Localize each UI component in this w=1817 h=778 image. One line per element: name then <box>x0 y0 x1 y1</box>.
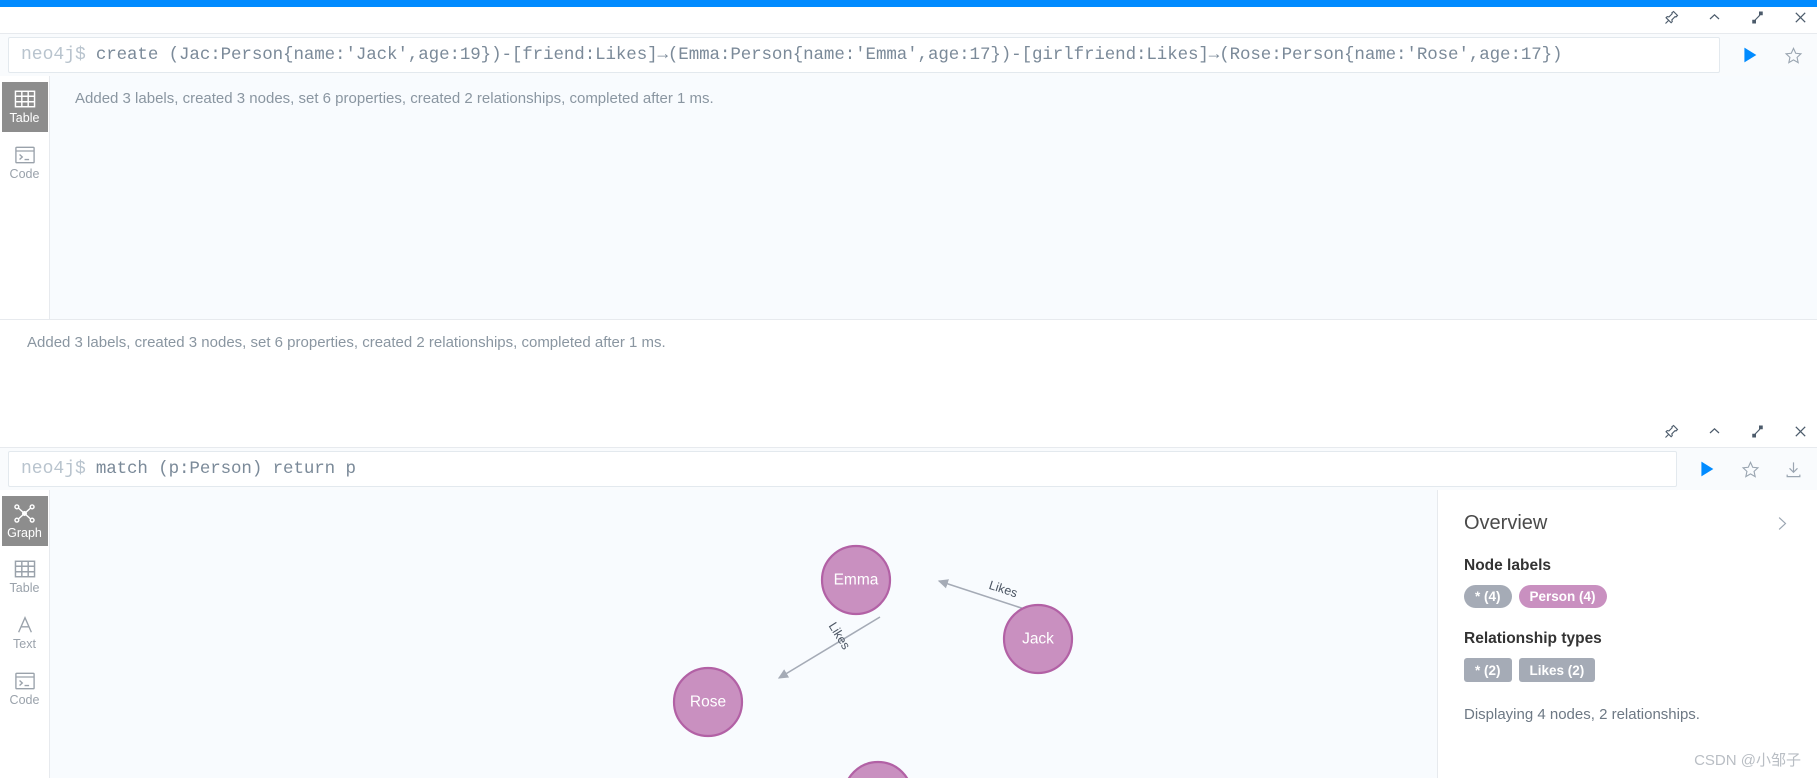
frame-1-view-code[interactable]: Code <box>2 138 48 188</box>
collapse-icon[interactable] <box>1706 9 1723 26</box>
overview-summary-text: Displaying 4 nodes, 2 relationships. <box>1464 706 1700 723</box>
frame-2-view-graph[interactable]: Graph <box>1 496 48 546</box>
frame-1-query-input[interactable]: neo4j$ create (Jac:Person{name:'Jack',ag… <box>8 37 1720 73</box>
overview-header: Overview <box>1464 512 1791 535</box>
frame-1-view-table[interactable]: Table <box>1 82 48 132</box>
frame-1-view-code-label: Code <box>9 167 40 181</box>
frame-1-prompt: neo4j$ <box>21 45 86 65</box>
graph-visualization[interactable]: Likes Likes Emma Jack Rose <box>50 490 1437 778</box>
graph-canvas[interactable]: Likes Likes Emma Jack Rose Overview Node… <box>50 490 1817 778</box>
query-frame-2: neo4j$ match (p:Person) return p Graph T… <box>0 421 1817 778</box>
frame-2-view-table[interactable]: Table <box>2 552 48 602</box>
run-query-button[interactable] <box>1738 44 1760 66</box>
relationship-type-chip-likes[interactable]: Likes (2) <box>1518 658 1596 682</box>
frame-1-view-rail: Table Code <box>0 76 50 319</box>
frame-2-view-graph-label: Graph <box>7 525 42 540</box>
frame-2-editor-actions <box>1677 458 1809 480</box>
graph-icon <box>13 503 36 524</box>
frame-2-view-text[interactable]: Text <box>2 608 48 658</box>
close-icon[interactable] <box>1792 423 1809 440</box>
graph-node-rose[interactable]: Rose <box>672 666 744 738</box>
table-icon <box>14 559 36 579</box>
frame-2-titlebar <box>0 421 1817 448</box>
overview-title: Overview <box>1464 512 1548 534</box>
frame-2-view-code[interactable]: Code <box>2 664 48 714</box>
graph-node-bob[interactable]: Bob <box>844 760 912 778</box>
frame-2-body: Graph Table Text Code Likes Likes Emma J… <box>0 490 1817 778</box>
frame-1-editor-actions <box>1720 44 1809 66</box>
frame-2-view-rail: Graph Table Text Code <box>0 490 50 778</box>
frame-1-content: Added 3 labels, created 3 nodes, set 6 p… <box>50 76 1817 319</box>
frame-1-window-controls <box>1663 9 1809 26</box>
code-icon <box>14 671 36 691</box>
frame-2-editor-row: neo4j$ match (p:Person) return p <box>0 448 1817 490</box>
frame-1-body: Table Code Added 3 labels, created 3 nod… <box>0 76 1817 319</box>
favorite-star-icon[interactable] <box>1784 46 1803 65</box>
node-labels-heading: Node labels <box>1464 557 1551 574</box>
expand-icon[interactable] <box>1749 423 1766 440</box>
frame-2-prompt: neo4j$ <box>21 459 86 479</box>
frame-1-view-table-label: Table <box>9 111 40 125</box>
graph-node-jack[interactable]: Jack <box>1002 603 1074 675</box>
frame-1-status-text: Added 3 labels, created 3 nodes, set 6 p… <box>27 333 666 351</box>
frame-1-titlebar <box>0 7 1817 34</box>
run-query-button[interactable] <box>1695 458 1717 480</box>
frame-1-result-text: Added 3 labels, created 3 nodes, set 6 p… <box>75 90 714 107</box>
graph-overview-panel: Overview Node labels * (4) Person (4) Re… <box>1437 490 1817 778</box>
chevron-right-icon[interactable] <box>1772 514 1791 533</box>
frame-2-content: Likes Likes Emma Jack Rose Overview Node… <box>50 490 1817 778</box>
download-icon[interactable] <box>1784 460 1803 479</box>
text-icon <box>14 615 36 635</box>
close-icon[interactable] <box>1792 9 1809 26</box>
frame-divider <box>0 407 1817 421</box>
pin-icon[interactable] <box>1663 423 1680 440</box>
query-frame-1: neo4j$ create (Jac:Person{name:'Jack',ag… <box>0 7 1817 364</box>
node-labels-chip-row: * (4) Person (4) <box>1464 585 1791 608</box>
frame-2-query-text: match (p:Person) return p <box>95 459 356 479</box>
relationship-label: Likes <box>987 578 1019 600</box>
frame-2-view-code-label: Code <box>9 693 40 707</box>
frame-2-query-input[interactable]: neo4j$ match (p:Person) return p <box>8 451 1677 487</box>
frame-1-query-text: create (Jac:Person{name:'Jack',age:19})-… <box>95 45 1563 65</box>
relationship-types-heading: Relationship types <box>1464 630 1602 647</box>
frame-2-window-controls <box>1663 423 1809 440</box>
relationship-emma-rose[interactable]: Likes <box>777 616 881 679</box>
frame-1-editor-row: neo4j$ create (Jac:Person{name:'Jack',ag… <box>0 34 1817 76</box>
top-accent-bar <box>0 0 1817 7</box>
frame-2-view-text-label: Text <box>13 637 36 651</box>
frame-1-status-bar: Added 3 labels, created 3 nodes, set 6 p… <box>0 319 1817 364</box>
collapse-icon[interactable] <box>1706 423 1723 440</box>
node-label-chip-person[interactable]: Person (4) <box>1518 585 1607 608</box>
expand-icon[interactable] <box>1749 9 1766 26</box>
graph-node-emma[interactable]: Emma <box>820 544 892 616</box>
frame-2-view-table-label: Table <box>9 581 40 595</box>
pin-icon[interactable] <box>1663 9 1680 26</box>
relationship-types-chip-row: * (2) Likes (2) <box>1464 658 1791 682</box>
node-label-chip-all[interactable]: * (4) <box>1464 585 1512 608</box>
favorite-star-icon[interactable] <box>1741 460 1760 479</box>
relationship-type-chip-all[interactable]: * (2) <box>1464 658 1512 682</box>
table-icon <box>14 89 36 109</box>
code-icon <box>14 145 36 165</box>
